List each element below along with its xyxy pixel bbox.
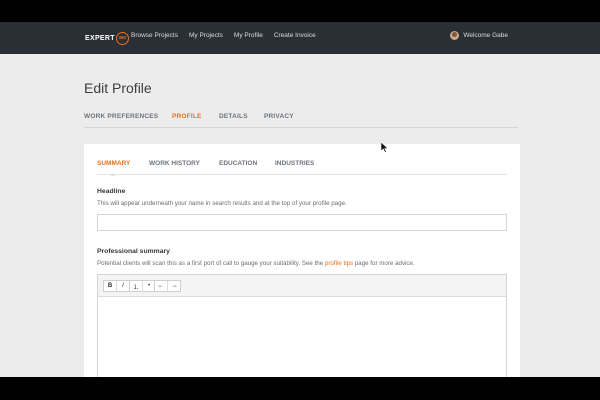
ordered-list-icon[interactable]: ⒈ [130,281,142,291]
active-tab-caret [110,173,116,176]
nav-link-my-profile[interactable]: My Profile [234,32,263,39]
indent-icon[interactable]: ⇥ [168,281,180,291]
tab-details[interactable]: DETAILS [219,113,248,120]
logo-badge-text: 360 [118,34,127,40]
logo-text: EXPERT [85,34,115,42]
summary-hint-text: Potential clients will scan this as a fi… [97,260,325,267]
summary-label: Professional summary [97,248,170,255]
outdent-icon[interactable]: ⇤ [155,281,167,291]
sub-tab-work-history[interactable]: WORK HISTORY [149,160,200,167]
summary-textarea[interactable] [98,297,506,377]
tab-work-preferences[interactable]: WORK PREFERENCES [84,113,158,120]
tab-privacy[interactable]: PRIVACY [264,113,294,120]
sub-tab-summary[interactable]: SUMMARY [97,160,130,167]
top-navigation: EXPERT 360 Browse Projects My Projects M… [0,22,600,54]
editor-toolbar: B I ⒈ • ⇤ ⇥ [98,275,506,297]
sub-tab-education[interactable]: EDUCATION [219,160,257,167]
nav-link-create-invoice[interactable]: Create Invoice [274,32,316,39]
sub-tab-industries[interactable]: INDUSTRIES [275,160,314,167]
nav-links: Browse Projects My Projects My Profile C… [131,32,327,39]
profile-card: SUMMARY WORK HISTORY EDUCATION INDUSTRIE… [84,144,520,377]
nav-link-my-projects[interactable]: My Projects [189,32,223,39]
profile-tips-link[interactable]: profile tips [325,260,353,267]
page-title: Edit Profile [84,80,152,96]
logo[interactable]: EXPERT 360 [85,31,129,45]
user-menu[interactable]: Welcome Gabe [450,31,508,40]
format-group: B I [103,280,130,292]
headline-hint: This will appear underneath your name in… [97,200,347,207]
app-window: EXPERT 360 Browse Projects My Projects M… [0,22,600,377]
welcome-text: Welcome Gabe [463,32,508,39]
summary-hint-end: page for more advice. [353,260,415,267]
profile-tabs: WORK PREFERENCES PROFILE DETAILS PRIVACY [84,113,518,128]
summary-editor: B I ⒈ • ⇤ ⇥ [97,274,507,377]
headline-label: Headline [97,188,126,195]
screen: EXPERT 360 Browse Projects My Projects M… [0,0,600,400]
headline-input[interactable] [97,214,507,231]
mouse-cursor-icon [381,142,389,153]
summary-hint: Potential clients will scan this as a fi… [97,260,415,267]
nav-link-browse-projects[interactable]: Browse Projects [131,32,178,39]
profile-sub-tabs: SUMMARY WORK HISTORY EDUCATION INDUSTRIE… [97,160,507,176]
indent-group: ⇤ ⇥ [154,280,181,292]
list-group: ⒈ • [129,280,156,292]
avatar [450,31,460,40]
italic-button[interactable]: I [117,281,129,291]
logo-badge: 360 [115,31,129,45]
bold-button[interactable]: B [104,281,116,291]
tab-profile[interactable]: PROFILE [172,113,202,120]
